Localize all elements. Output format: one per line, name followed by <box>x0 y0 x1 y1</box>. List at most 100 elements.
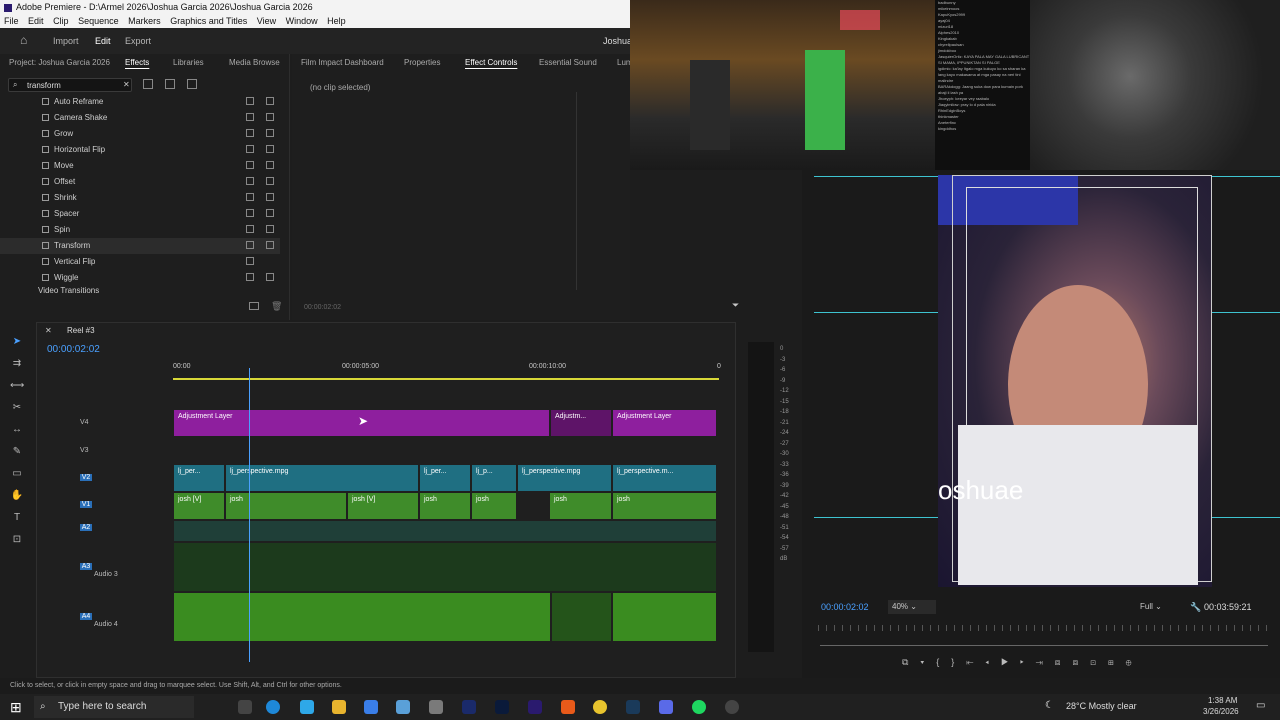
filter-icon[interactable]: ⏷ <box>732 300 739 311</box>
tab-edit[interactable]: Edit <box>95 36 111 46</box>
adjustment-layer-clip[interactable]: Adjustm... <box>551 410 611 436</box>
scrub-ruler[interactable] <box>818 625 1268 631</box>
menu-file[interactable]: File <box>4 16 19 26</box>
new-bin-icon[interactable] <box>249 302 259 310</box>
clock-time[interactable]: 1:38 AM <box>1208 696 1237 705</box>
file-explorer-icon[interactable] <box>332 700 346 714</box>
video-clip[interactable]: josh <box>226 493 346 519</box>
track-name-a4[interactable]: A4 <box>80 613 92 620</box>
video-clip[interactable]: josh [V] <box>174 493 224 519</box>
timeline-timecode[interactable]: 00:00:02:02 <box>47 344 100 355</box>
track-name-v1[interactable]: V1 <box>80 501 92 508</box>
tab-media-browser[interactable]: Media Browse <box>229 58 280 67</box>
ripple-edit-tool-icon[interactable]: ⟷ <box>10 380 24 394</box>
spotify-icon[interactable] <box>692 700 706 714</box>
pen-tool-icon[interactable]: ✎ <box>10 446 24 460</box>
video-clip[interactable]: josh <box>613 493 716 519</box>
store-icon[interactable] <box>364 700 378 714</box>
discord-icon[interactable] <box>659 700 673 714</box>
obs-icon[interactable] <box>561 700 575 714</box>
settings-icon[interactable] <box>429 700 443 714</box>
audio-clip-a2[interactable] <box>174 521 716 541</box>
32bit-effects-icon[interactable] <box>165 79 175 89</box>
list-item[interactable]: Offset <box>0 174 280 190</box>
video-clip[interactable]: lj_perspective.mpg <box>226 465 418 491</box>
sequence-tab[interactable]: Reel #3 <box>67 326 95 335</box>
app-icon[interactable] <box>725 700 739 714</box>
audio-clip-a4[interactable] <box>552 593 611 641</box>
copilot-icon[interactable] <box>300 700 314 714</box>
edge-icon[interactable] <box>266 700 280 714</box>
task-view-icon[interactable] <box>238 700 252 714</box>
video-clip[interactable]: lj_perspective.m... <box>613 465 716 491</box>
menu-sequence[interactable]: Sequence <box>78 16 119 26</box>
video-clip[interactable]: lj_p... <box>472 465 516 491</box>
steam-icon[interactable] <box>626 700 640 714</box>
track-name-v2[interactable]: V2 <box>80 474 92 481</box>
accelerated-effects-icon[interactable] <box>143 79 153 89</box>
track-name-a2[interactable]: A2 <box>80 524 92 531</box>
resolution-select[interactable]: Full ⌄ <box>1136 600 1178 614</box>
video-clip[interactable]: lj_per... <box>174 465 224 491</box>
video-clip[interactable]: josh <box>420 493 470 519</box>
type-tool-icon[interactable]: T <box>10 512 24 526</box>
video-clip[interactable]: josh <box>472 493 516 519</box>
tab-film-impact[interactable]: Film Impact Dashboard <box>301 58 384 67</box>
zoom-scrollbar[interactable] <box>820 645 1268 646</box>
tab-properties[interactable]: Properties <box>404 58 440 67</box>
tab-effect-controls[interactable]: Effect Controls <box>465 58 517 67</box>
audio-clip-a4[interactable] <box>613 593 716 641</box>
menu-view[interactable]: View <box>257 16 276 26</box>
list-item[interactable]: Move <box>0 158 280 174</box>
work-area-bar[interactable] <box>173 378 719 380</box>
windows-start-icon[interactable]: ⊞ <box>10 699 22 716</box>
hand-tool-icon[interactable]: ✋ <box>10 490 24 504</box>
caption-tool-icon[interactable]: ⊡ <box>10 534 24 548</box>
notification-icon[interactable]: ▭ <box>1256 700 1265 711</box>
video-clip[interactable]: lj_perspective.mpg <box>518 465 611 491</box>
effects-search-input[interactable]: ⌕ transform ✕ <box>8 78 132 92</box>
photoshop-icon[interactable] <box>495 700 509 714</box>
weather-icon[interactable]: ☾ <box>1045 700 1054 711</box>
slip-tool-icon[interactable]: ↔ <box>10 424 24 438</box>
taskbar-search-input[interactable]: ⌕ Type here to search <box>34 696 194 718</box>
menu-help[interactable]: Help <box>327 16 346 26</box>
app-icon[interactable] <box>396 700 410 714</box>
video-clip[interactable]: josh [V] <box>348 493 418 519</box>
playhead[interactable] <box>249 368 250 662</box>
list-item[interactable]: Vertical Flip <box>0 254 280 270</box>
tab-export[interactable]: Export <box>125 36 151 46</box>
tab-libraries[interactable]: Libraries <box>173 58 204 67</box>
list-item[interactable]: Wiggle <box>0 270 280 286</box>
list-item[interactable]: Auto Reframe <box>0 94 280 110</box>
premiere-icon[interactable] <box>528 700 542 714</box>
tab-effects[interactable]: Effects <box>125 58 149 67</box>
chrome-icon[interactable] <box>593 700 607 714</box>
list-item[interactable]: Spin <box>0 222 280 238</box>
clock-date[interactable]: 3/26/2026 <box>1203 707 1239 716</box>
audio-clip-a3[interactable] <box>174 543 716 591</box>
folder-item[interactable]: Video Transitions <box>0 286 280 294</box>
razor-tool-icon[interactable]: ✂ <box>10 402 24 416</box>
yuv-effects-icon[interactable] <box>187 79 197 89</box>
selection-tool-icon[interactable]: ➤ <box>10 336 24 350</box>
track-name-a3[interactable]: A3 <box>80 563 92 570</box>
weather-text[interactable]: 28°C Mostly clear <box>1066 701 1137 711</box>
video-clip[interactable]: josh <box>550 493 611 519</box>
track-select-tool-icon[interactable]: ⇉ <box>10 358 24 372</box>
tab-project[interactable]: Project: Joshua Garcia 2026 <box>9 58 110 67</box>
video-clip[interactable]: lj_per... <box>420 465 470 491</box>
list-item[interactable]: Spacer <box>0 206 280 222</box>
close-sequence-icon[interactable]: ✕ <box>45 326 52 335</box>
trash-icon[interactable]: 🗑 <box>271 301 282 312</box>
list-item[interactable]: Shrink <box>0 190 280 206</box>
tab-import[interactable]: Import <box>53 36 79 46</box>
adjustment-layer-clip[interactable]: Adjustment Layer <box>613 410 716 436</box>
menu-markers[interactable]: Markers <box>128 16 161 26</box>
transport-controls[interactable]: ⧉▾{}⇤◂▶▸⇥⧈⧈⊡⊞⊕ <box>902 657 1262 669</box>
rectangle-tool-icon[interactable]: ▭ <box>10 468 24 482</box>
photoshop-icon[interactable] <box>462 700 476 714</box>
menu-graphics-titles[interactable]: Graphics and Titles <box>170 16 247 26</box>
list-item[interactable]: Grow <box>0 126 280 142</box>
list-item-selected[interactable]: Transform <box>0 238 280 254</box>
